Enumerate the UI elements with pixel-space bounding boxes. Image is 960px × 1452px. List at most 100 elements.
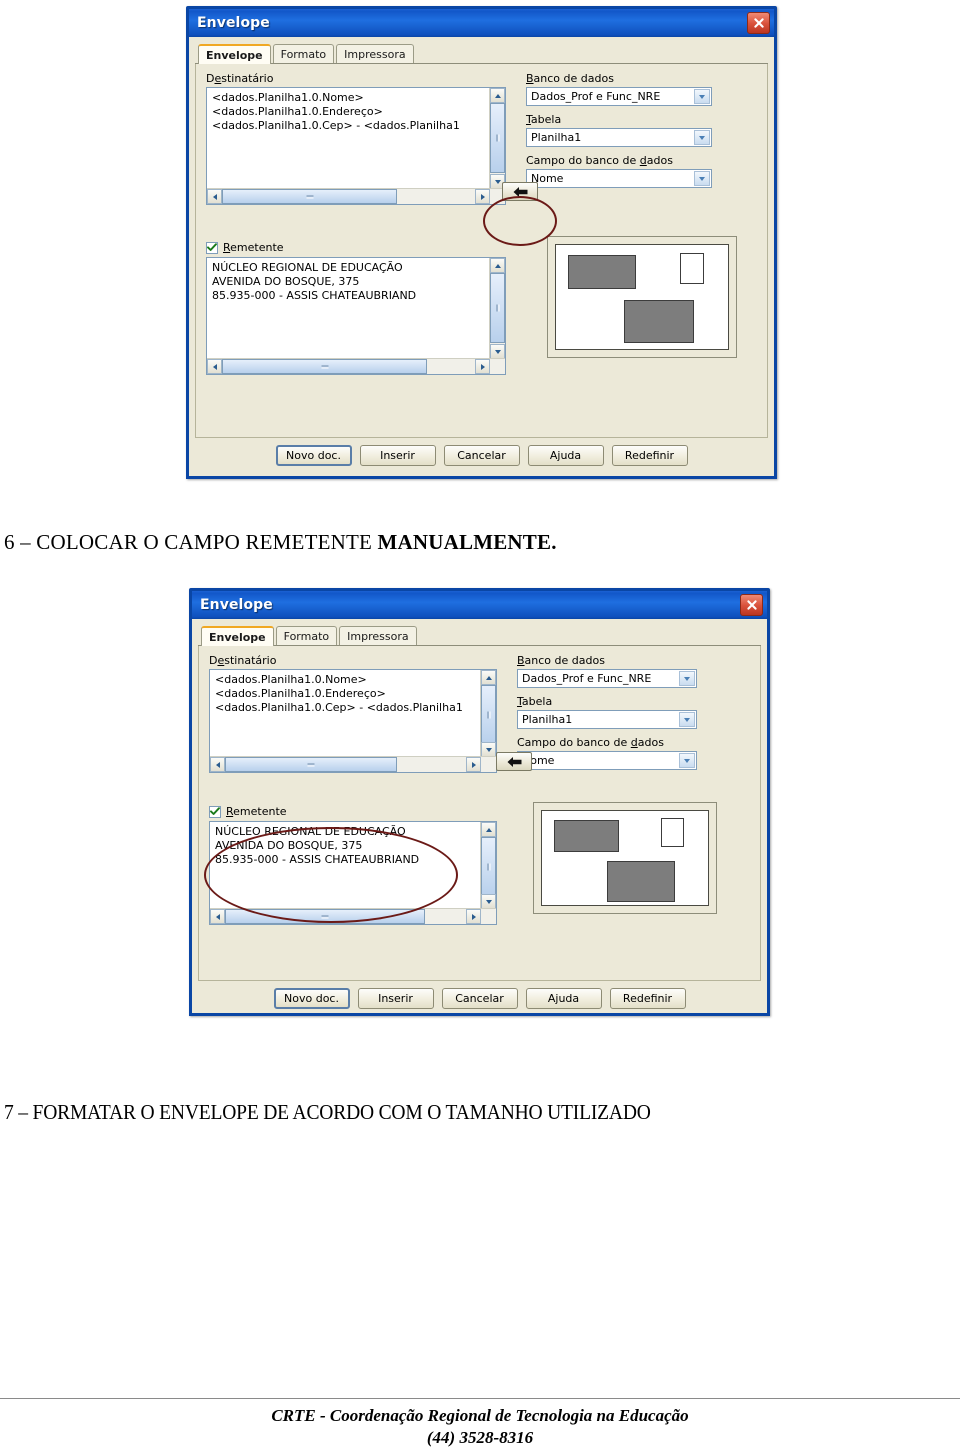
redefinir-button[interactable]: Redefinir bbox=[609, 988, 686, 1009]
tab-impressora[interactable]: Impressora bbox=[339, 626, 417, 645]
tab-impressora[interactable]: Impressora bbox=[336, 44, 414, 63]
ajuda-button[interactable]: Ajuda bbox=[527, 445, 604, 466]
tab-formato[interactable]: Formato bbox=[275, 626, 338, 645]
right-column: Banco de dados Dados_Prof e Func_NRE Tab… bbox=[497, 654, 750, 925]
novo-doc-button[interactable]: Novo doc. bbox=[275, 445, 352, 466]
tab-strip[interactable]: Envelope Formato Impressora bbox=[198, 624, 761, 646]
recipient-textarea[interactable]: <dados.Planilha1.0.Nome> <dados.Planilha1… bbox=[206, 87, 506, 205]
envelope-preview bbox=[547, 236, 737, 358]
table-select[interactable]: Planilha1 bbox=[517, 710, 697, 729]
scroll-right-icon[interactable] bbox=[475, 189, 490, 204]
scroll-up-icon[interactable] bbox=[490, 258, 505, 273]
vertical-scroll-thumb[interactable] bbox=[481, 837, 496, 897]
sender-textarea[interactable]: NÚCLEO REGIONAL DE EDUCAÇÃO AVENIDA DO BO… bbox=[206, 257, 506, 375]
scroll-right-icon[interactable] bbox=[466, 757, 481, 772]
caption-step-6-prefix: 6 – COLOCAR O CAMPO REMETENTE bbox=[4, 530, 378, 554]
chevron-down-icon[interactable] bbox=[694, 171, 710, 186]
scroll-right-icon[interactable] bbox=[475, 359, 490, 374]
envelope-dialog-1[interactable]: Envelope Envelope Formato Impressora Des… bbox=[186, 6, 777, 479]
vertical-scroll-thumb[interactable] bbox=[490, 273, 505, 343]
scroll-down-icon[interactable] bbox=[481, 894, 496, 909]
table-label: Tabela bbox=[526, 113, 562, 126]
ajuda-button[interactable]: Ajuda bbox=[525, 988, 602, 1009]
sender-checkbox-label: Remetente bbox=[223, 241, 284, 254]
scroll-left-icon[interactable] bbox=[207, 359, 222, 374]
insert-arrow-button[interactable] bbox=[502, 182, 538, 201]
scroll-left-icon[interactable] bbox=[207, 189, 222, 204]
scroll-up-icon[interactable] bbox=[481, 670, 496, 685]
horizontal-scroll-thumb[interactable] bbox=[225, 757, 397, 772]
recipient-horizontal-scrollbar[interactable] bbox=[207, 188, 505, 204]
chevron-down-icon[interactable] bbox=[679, 671, 695, 686]
cancelar-button[interactable]: Cancelar bbox=[443, 445, 520, 466]
preview-recipient-block bbox=[607, 861, 675, 902]
db-field-select[interactable]: Nome bbox=[526, 169, 712, 188]
recipient-vertical-scrollbar[interactable] bbox=[489, 88, 505, 189]
recipient-horizontal-scrollbar[interactable] bbox=[210, 756, 496, 772]
table-select[interactable]: Planilha1 bbox=[526, 128, 712, 147]
database-select[interactable]: Dados_Prof e Func_NRE bbox=[526, 87, 712, 106]
scroll-up-icon[interactable] bbox=[490, 88, 505, 103]
database-value: Dados_Prof e Func_NRE bbox=[531, 90, 661, 103]
dialog-titlebar[interactable]: Envelope bbox=[189, 9, 774, 37]
scroll-right-icon[interactable] bbox=[466, 909, 481, 924]
cancelar-button[interactable]: Cancelar bbox=[441, 988, 518, 1009]
horizontal-scroll-thumb[interactable] bbox=[222, 359, 427, 374]
sender-text: NÚCLEO REGIONAL DE EDUCAÇÃO AVENIDA DO BO… bbox=[215, 825, 420, 866]
horizontal-scroll-thumb[interactable] bbox=[222, 189, 397, 204]
insert-arrow-button[interactable] bbox=[496, 752, 532, 771]
database-select[interactable]: Dados_Prof e Func_NRE bbox=[517, 669, 697, 688]
recipient-vertical-scrollbar[interactable] bbox=[480, 670, 496, 757]
dialog-body: Envelope Formato Impressora Destinatário… bbox=[192, 619, 767, 1021]
tab-envelope[interactable]: Envelope bbox=[201, 626, 274, 646]
dialog-titlebar[interactable]: Envelope bbox=[192, 591, 767, 619]
novo-doc-button[interactable]: Novo doc. bbox=[273, 988, 350, 1009]
sender-horizontal-scrollbar[interactable] bbox=[207, 358, 505, 374]
inserir-button[interactable]: Inserir bbox=[359, 445, 436, 466]
recipient-label: Destinatário bbox=[206, 72, 274, 85]
dialog-title: Envelope bbox=[200, 597, 273, 613]
envelope-tab-panel: Destinatário <dados.Planilha1.0.Nome> <da… bbox=[195, 64, 768, 438]
envelope-tab-panel: Destinatário <dados.Planilha1.0.Nome> <da… bbox=[198, 646, 761, 981]
sender-checkbox-row[interactable]: Remetente bbox=[209, 805, 497, 818]
chevron-down-icon[interactable] bbox=[679, 753, 695, 768]
envelope-dialog-2[interactable]: Envelope Envelope Formato Impressora Des… bbox=[189, 588, 770, 1016]
caption-step-7: 7 – FORMATAR O ENVELOPE DE ACORDO COM O … bbox=[4, 1100, 651, 1124]
inserir-button[interactable]: Inserir bbox=[357, 988, 434, 1009]
checkbox-checked-icon[interactable] bbox=[209, 805, 221, 818]
scroll-up-icon[interactable] bbox=[481, 822, 496, 837]
dialog-body: Envelope Formato Impressora Destinatário… bbox=[189, 37, 774, 478]
vertical-scroll-thumb[interactable] bbox=[481, 685, 496, 745]
envelope-preview-canvas bbox=[541, 810, 709, 906]
redefinir-button[interactable]: Redefinir bbox=[611, 445, 688, 466]
envelope-preview-canvas bbox=[555, 244, 729, 350]
horizontal-scroll-thumb[interactable] bbox=[225, 909, 425, 924]
scroll-left-icon[interactable] bbox=[210, 909, 225, 924]
scroll-down-icon[interactable] bbox=[490, 344, 505, 359]
chevron-down-icon[interactable] bbox=[694, 89, 710, 104]
table-value: Planilha1 bbox=[522, 713, 573, 726]
sender-checkbox-row[interactable]: Remetente bbox=[206, 241, 506, 254]
tab-formato[interactable]: Formato bbox=[272, 44, 335, 63]
tab-strip[interactable]: Envelope Formato Impressora bbox=[195, 42, 768, 64]
sender-textarea[interactable]: NÚCLEO REGIONAL DE EDUCAÇÃO AVENIDA DO BO… bbox=[209, 821, 497, 925]
db-field-select[interactable]: Nome bbox=[517, 751, 697, 770]
close-icon[interactable] bbox=[747, 12, 770, 34]
chevron-down-icon[interactable] bbox=[694, 130, 710, 145]
scroll-left-icon[interactable] bbox=[210, 757, 225, 772]
caption-step-6-bold: MANUALMENTE. bbox=[377, 530, 557, 554]
checkbox-checked-icon[interactable] bbox=[206, 241, 218, 254]
recipient-text: <dados.Planilha1.0.Nome> <dados.Planilha1… bbox=[212, 91, 460, 132]
sender-vertical-scrollbar[interactable] bbox=[480, 822, 496, 909]
chevron-down-icon[interactable] bbox=[679, 712, 695, 727]
sender-horizontal-scrollbar[interactable] bbox=[210, 908, 496, 924]
db-field-label: Campo do banco de dados bbox=[526, 154, 673, 167]
vertical-scroll-thumb[interactable] bbox=[490, 103, 505, 173]
scroll-down-icon[interactable] bbox=[481, 742, 496, 757]
caption-step-6: 6 – COLOCAR O CAMPO REMETENTE MANUALMENT… bbox=[4, 530, 557, 555]
recipient-textarea[interactable]: <dados.Planilha1.0.Nome> <dados.Planilha1… bbox=[209, 669, 497, 773]
tab-envelope[interactable]: Envelope bbox=[198, 44, 271, 64]
close-icon[interactable] bbox=[740, 594, 763, 616]
recipient-text: <dados.Planilha1.0.Nome> <dados.Planilha1… bbox=[215, 673, 463, 714]
sender-vertical-scrollbar[interactable] bbox=[489, 258, 505, 359]
